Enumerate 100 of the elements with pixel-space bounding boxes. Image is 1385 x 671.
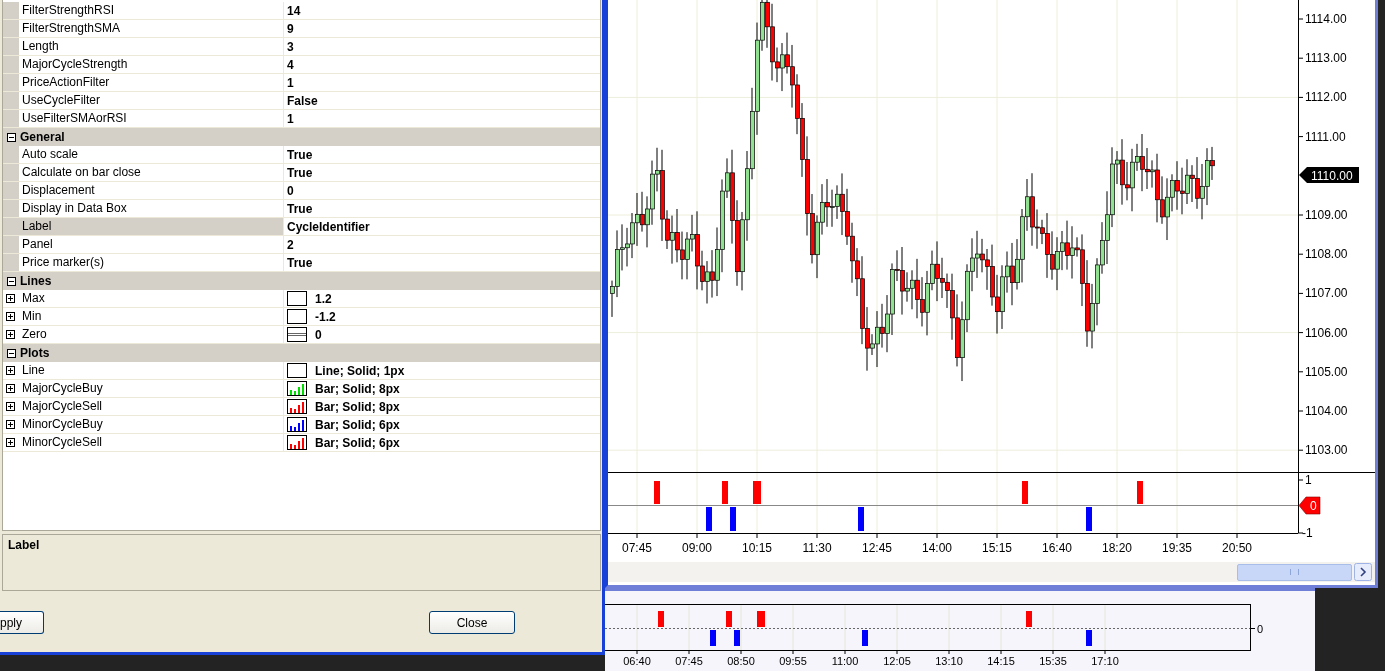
collapse-icon[interactable] [7, 132, 16, 142]
property-value: 1 [287, 75, 294, 90]
property-row[interactable]: MajorCycleStrength 4 [3, 56, 600, 74]
property-name: PriceActionFilter [19, 74, 284, 91]
property-row[interactable]: FilterStrengthRSI 14 [3, 2, 600, 20]
price-label: 1109.00 [1305, 208, 1348, 222]
category-row[interactable]: General [3, 128, 600, 146]
property-value: Bar; Solid; 8px [315, 381, 400, 396]
expand-icon[interactable] [6, 330, 15, 339]
property-value: Line; Solid; 1px [315, 363, 405, 378]
property-row[interactable]: PriceActionFilter 1 [3, 74, 600, 92]
expand-icon[interactable] [6, 366, 15, 375]
signal-bar [757, 611, 765, 627]
collapse-icon[interactable] [7, 348, 16, 358]
property-value: CycleIdentifier [287, 219, 370, 234]
price-label: 1111.00 [1305, 129, 1346, 144]
signal-bar [730, 507, 736, 531]
signal-bar [1026, 611, 1032, 627]
signal-bar [1137, 481, 1143, 504]
property-row[interactable]: FilterStrengthSMA 9 [3, 20, 600, 38]
property-row[interactable]: Label CycleIdentifier [3, 218, 600, 236]
time-label: 11:30 [802, 541, 832, 555]
property-row[interactable]: MajorCycleSell Bar; Solid; 8px [3, 398, 600, 416]
apply-button[interactable]: pply [0, 611, 44, 634]
zero-marker: 0 [1298, 496, 1321, 515]
collapse-icon[interactable] [7, 276, 16, 286]
property-value: 2 [287, 237, 294, 252]
property-value: False [287, 93, 318, 108]
signal-bar [1086, 507, 1092, 531]
property-row[interactable]: Length 3 [3, 38, 600, 56]
category-row[interactable]: Lines [3, 272, 600, 290]
property-name: MajorCycleStrength [19, 56, 284, 73]
property-row[interactable]: Calculate on bar close True [3, 164, 600, 182]
property-name: MajorCycleBuy [19, 380, 284, 397]
property-row[interactable]: Panel 2 [3, 236, 600, 254]
signal-bar [858, 507, 864, 531]
property-row[interactable]: Auto scale True [3, 146, 600, 164]
property-name: Displacement [19, 182, 284, 199]
price-label: 1104.00 [1305, 404, 1348, 418]
property-value: -1.2 [315, 309, 336, 324]
expand-icon[interactable] [6, 384, 15, 393]
category-row[interactable]: Plots [3, 344, 600, 362]
property-row[interactable]: Line Line; Solid; 1px [3, 362, 600, 380]
property-name: Price marker(s) [19, 254, 284, 271]
signal-bar [706, 507, 712, 531]
property-row[interactable]: Displacement 0 [3, 182, 600, 200]
property-value: 1.2 [315, 291, 332, 306]
scroll-thumb[interactable] [1237, 563, 1352, 581]
close-button[interactable]: Close [429, 611, 515, 634]
property-value: 9 [287, 21, 294, 36]
time-label: 17:10 [1091, 655, 1119, 667]
scroll-right-icon[interactable] [1354, 563, 1372, 581]
property-value: 0 [287, 183, 294, 198]
signal-bar [1086, 630, 1092, 646]
time-label: 07:45 [675, 655, 703, 667]
time-label: 18:20 [1102, 541, 1132, 555]
price-label: 1108.00 [1305, 247, 1348, 262]
expand-icon[interactable] [6, 402, 15, 411]
expand-icon[interactable] [6, 438, 15, 447]
property-row[interactable]: UseCycleFilter False [3, 92, 600, 110]
blank-swatch-icon [287, 363, 307, 378]
property-value: 4 [287, 57, 294, 72]
time-label: 16:40 [1042, 541, 1072, 555]
category-label: General [20, 130, 65, 144]
property-value: Bar; Solid; 8px [315, 399, 400, 414]
category-label: Plots [20, 346, 50, 360]
property-name: Line [19, 362, 284, 379]
time-label: 15:35 [1039, 655, 1067, 667]
indicator-label: -1 [1302, 526, 1313, 540]
bar-swatch-icon [287, 417, 307, 432]
property-row[interactable]: MinorCycleBuy Bar; Solid; 6px [3, 416, 600, 434]
property-row[interactable]: Min -1.2 [3, 308, 600, 326]
time-label: 07:45 [622, 541, 652, 555]
expand-icon[interactable] [6, 420, 15, 429]
property-value: 0 [315, 327, 322, 342]
last-price-marker: 1110.00 [1299, 167, 1359, 183]
signal-bar [726, 611, 732, 627]
property-name: Length [19, 38, 284, 55]
bar-swatch-icon [287, 435, 307, 450]
expand-icon[interactable] [6, 312, 15, 321]
property-row[interactable]: Max 1.2 [3, 290, 600, 308]
price-label: 1114.00 [1305, 12, 1347, 26]
time-label: 19:35 [1162, 541, 1192, 555]
price-label: 1105.00 [1305, 364, 1348, 379]
time-label: 12:45 [862, 541, 892, 555]
property-value: True [287, 147, 313, 162]
property-name: FilterStrengthRSI [19, 2, 284, 19]
time-label: 06:40 [623, 655, 651, 667]
time-label: 11:00 [831, 655, 859, 667]
property-name: MinorCycleSell [19, 434, 284, 451]
description-title: Label [8, 538, 40, 552]
indicator-label: 0 [1257, 622, 1264, 635]
property-value: True [287, 165, 313, 180]
price-label: 1103.00 [1305, 443, 1348, 458]
expand-icon[interactable] [6, 294, 15, 303]
property-name: Calculate on bar close [19, 164, 284, 181]
property-value: Bar; Solid; 6px [315, 435, 400, 450]
property-value: 3 [287, 39, 294, 54]
property-row[interactable]: MajorCycleBuy Bar; Solid; 8px [3, 380, 600, 398]
property-row[interactable]: MinorCycleSell Bar; Solid; 6px [3, 434, 600, 452]
